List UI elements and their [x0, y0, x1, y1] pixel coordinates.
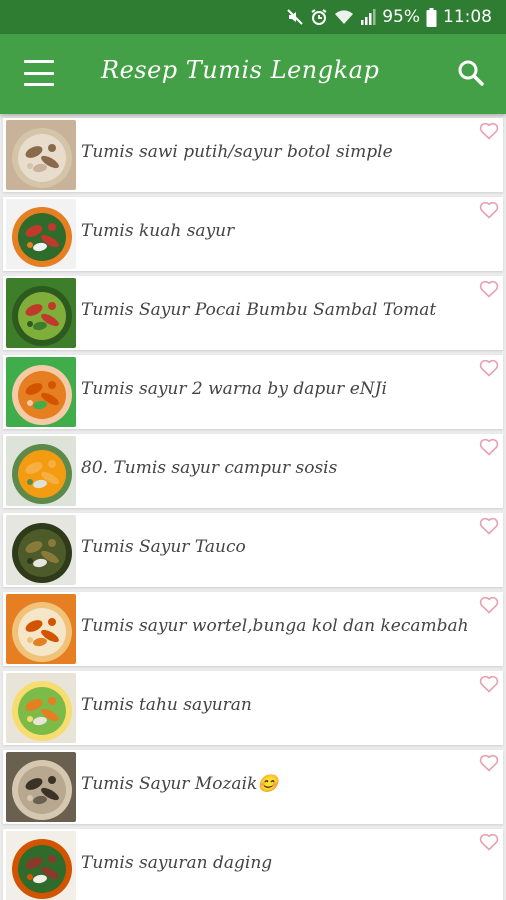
battery-percent: 95% — [382, 7, 420, 27]
favorite-heart-icon[interactable] — [479, 438, 499, 456]
recipe-list-item[interactable]: Tumis Sayur Mozaik😊 — [3, 750, 503, 824]
search-icon[interactable] — [454, 56, 488, 90]
recipe-thumbnail — [6, 436, 76, 506]
favorite-heart-icon[interactable] — [479, 754, 499, 772]
recipe-list-item[interactable]: Tumis tahu sayuran — [3, 671, 503, 745]
recipe-title: Tumis tahu sayuran — [81, 695, 252, 715]
favorite-heart-icon[interactable] — [479, 122, 499, 140]
recipe-list-item[interactable]: Tumis sawi putih/sayur botol simple — [3, 118, 503, 192]
status-bar: 95% 11:08 — [0, 0, 506, 34]
hamburger-menu-icon[interactable] — [24, 60, 54, 86]
recipe-list-item[interactable]: 80. Tumis sayur campur sosis — [3, 434, 503, 508]
app-bar: Resep Tumis Lengkap — [0, 34, 506, 114]
recipe-list-item[interactable]: Tumis kuah sayur — [3, 197, 503, 271]
favorite-heart-icon[interactable] — [479, 280, 499, 298]
recipe-title: Tumis Sayur Mozaik😊 — [81, 774, 279, 794]
recipe-title: Tumis Sayur Pocai Bumbu Sambal Tomat — [81, 300, 437, 320]
recipe-list-item[interactable]: Tumis sayur wortel,bunga kol dan kecamba… — [3, 592, 503, 666]
recipe-thumbnail — [6, 752, 76, 822]
recipe-thumbnail — [6, 673, 76, 743]
favorite-heart-icon[interactable] — [479, 596, 499, 614]
alarm-icon — [310, 8, 328, 26]
recipe-thumbnail — [6, 594, 76, 664]
favorite-heart-icon[interactable] — [479, 359, 499, 377]
recipe-list-item[interactable]: Tumis Sayur Pocai Bumbu Sambal Tomat — [3, 276, 503, 350]
recipe-thumbnail — [6, 831, 76, 900]
recipe-title: Tumis sayuran daging — [81, 853, 273, 873]
favorite-heart-icon[interactable] — [479, 675, 499, 693]
recipe-title: 80. Tumis sayur campur sosis — [81, 458, 338, 478]
recipe-thumbnail — [6, 199, 76, 269]
recipe-list-item[interactable]: Tumis sayur 2 warna by dapur eNJi — [3, 355, 503, 429]
favorite-heart-icon[interactable] — [479, 833, 499, 851]
mute-icon — [286, 8, 304, 26]
recipe-title: Tumis kuah sayur — [81, 221, 235, 241]
signal-icon — [360, 8, 376, 26]
favorite-heart-icon[interactable] — [479, 201, 499, 219]
recipe-thumbnail — [6, 515, 76, 585]
recipe-title: Tumis sayur 2 warna by dapur eNJi — [81, 379, 387, 399]
wifi-icon — [334, 8, 354, 26]
recipe-list-item[interactable]: Tumis sayuran daging — [3, 829, 503, 900]
recipe-title: Tumis sayur wortel,bunga kol dan kecamba… — [81, 616, 469, 636]
recipe-thumbnail — [6, 278, 76, 348]
clock: 11:08 — [443, 7, 492, 27]
status-indicators: 95% 11:08 — [286, 0, 492, 34]
recipe-thumbnail — [6, 120, 76, 190]
recipe-list-item[interactable]: Tumis Sayur Tauco — [3, 513, 503, 587]
battery-icon — [426, 7, 437, 27]
recipe-thumbnail — [6, 357, 76, 427]
recipe-title: Tumis Sayur Tauco — [81, 537, 246, 557]
app-title: Resep Tumis Lengkap — [101, 56, 380, 84]
recipe-title: Tumis sawi putih/sayur botol simple — [81, 142, 393, 162]
favorite-heart-icon[interactable] — [479, 517, 499, 535]
